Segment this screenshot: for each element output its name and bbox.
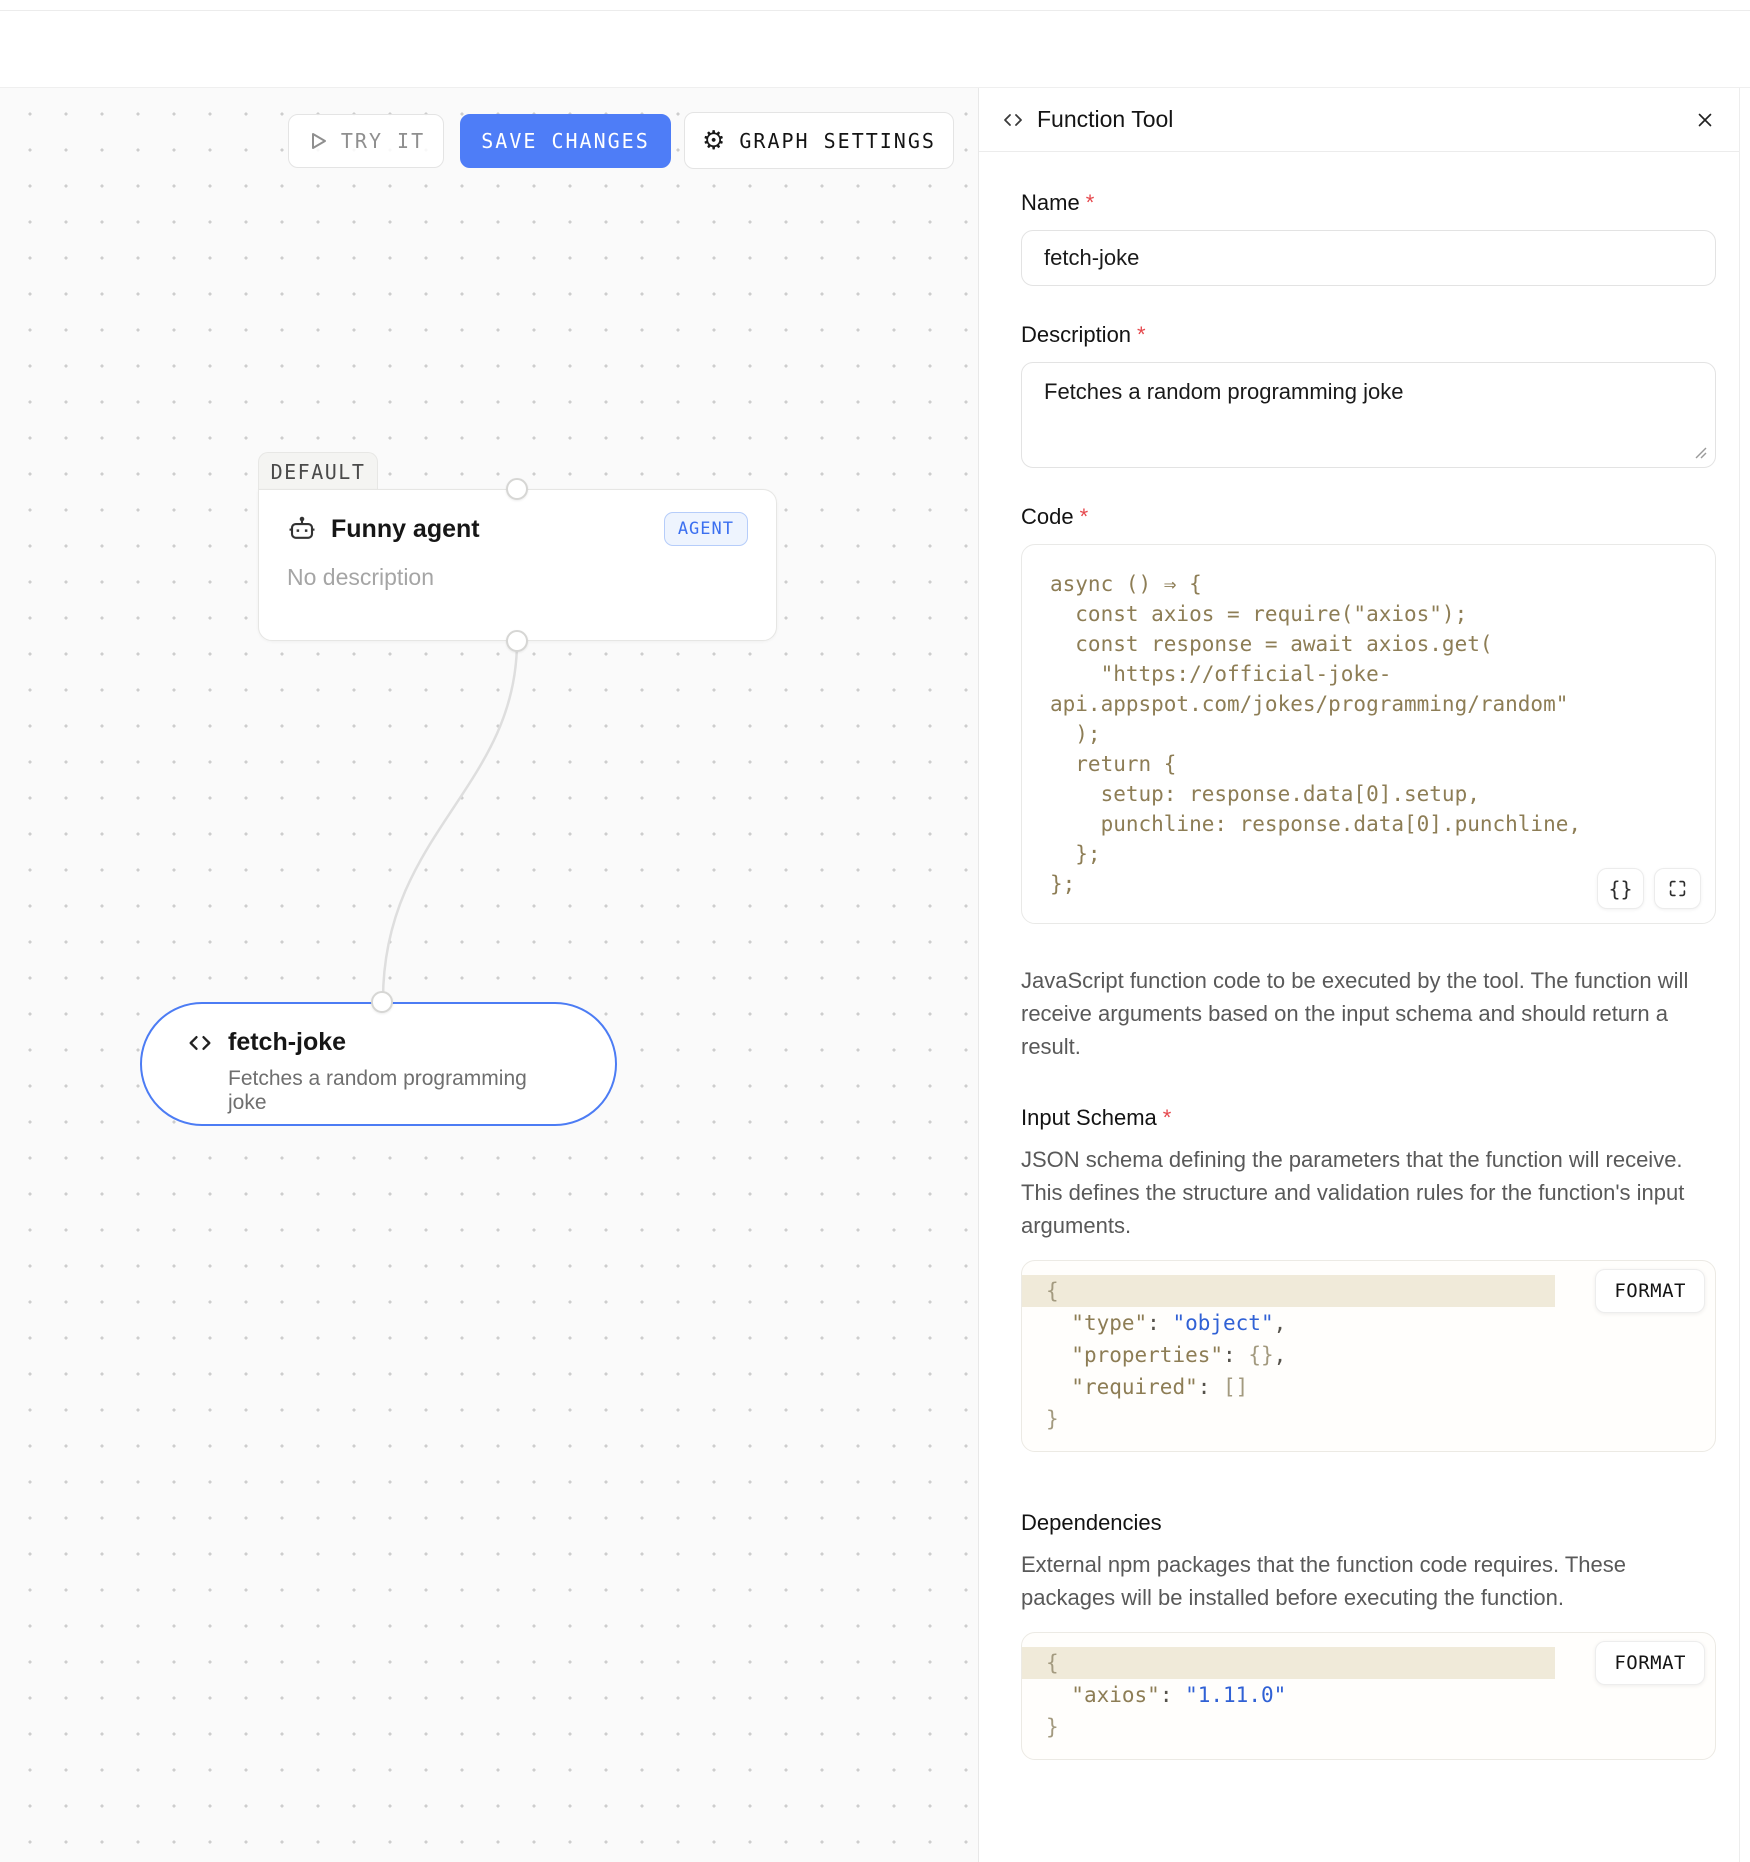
code-label: Code* (1021, 504, 1716, 530)
edge-connector (0, 88, 978, 1862)
input-schema-help-text: JSON schema defining the parameters that… (1021, 1143, 1716, 1242)
name-label: Name* (1021, 190, 1716, 216)
try-it-button[interactable]: TRY IT (288, 114, 444, 168)
dependencies-help-text: External npm packages that the function … (1021, 1548, 1716, 1614)
expand-editor-button[interactable] (1654, 868, 1701, 909)
resize-handle-icon[interactable] (1692, 444, 1708, 460)
description-textarea[interactable]: Fetches a random programming joke (1021, 362, 1716, 468)
agent-node[interactable]: Funny agent AGENT No description (258, 489, 777, 641)
save-changes-button[interactable]: SAVE CHANGES (460, 114, 671, 168)
description-label: Description* (1021, 322, 1716, 348)
top-bar-divider (0, 10, 1750, 11)
code-icon (1001, 108, 1025, 132)
format-schema-button[interactable]: FORMAT (1595, 1269, 1705, 1313)
code-icon (186, 1029, 214, 1057)
code-content: async () ⇒ { const axios = require("axio… (1050, 569, 1687, 899)
required-asterisk: * (1080, 504, 1089, 529)
format-braces-button[interactable]: {} (1597, 868, 1644, 909)
dependencies-label: Dependencies (1021, 1510, 1716, 1536)
tool-node-description: Fetches a random programming joke (228, 1067, 571, 1115)
tool-node-top-handle[interactable] (371, 991, 393, 1013)
agent-node-default-tab[interactable]: DEFAULT (258, 452, 378, 490)
input-schema-label: Input Schema* (1021, 1105, 1716, 1131)
save-changes-label: SAVE CHANGES (481, 129, 650, 153)
graph-settings-label: GRAPH SETTINGS (739, 129, 936, 153)
top-bar (0, 0, 1750, 88)
graph-settings-button[interactable]: ⚙ GRAPH SETTINGS (684, 112, 954, 169)
panel-title: Function Tool (1037, 106, 1173, 133)
code-help-text: JavaScript function code to be executed … (1021, 964, 1716, 1063)
format-dependencies-button[interactable]: FORMAT (1595, 1641, 1705, 1685)
required-asterisk: * (1137, 322, 1146, 347)
agent-type-badge: AGENT (664, 512, 748, 546)
gear-icon: ⚙ (702, 128, 727, 154)
graph-canvas[interactable]: TRY IT SAVE CHANGES ⚙ GRAPH SETTINGS DEF… (0, 88, 978, 1862)
try-it-label: TRY IT (341, 129, 425, 153)
agent-node-bottom-handle[interactable] (506, 630, 528, 652)
close-icon[interactable] (1690, 105, 1720, 135)
panel-scrollbar[interactable] (1739, 88, 1750, 1862)
tool-node-title: fetch-joke (228, 1028, 346, 1057)
panel-header: Function Tool (979, 88, 1750, 152)
agent-node-title: Funny agent (331, 515, 480, 544)
required-asterisk: * (1163, 1105, 1172, 1130)
input-schema-editor[interactable]: FORMAT { "type": "object", "properties":… (1021, 1260, 1716, 1452)
robot-icon (287, 514, 317, 544)
default-tab-label: DEFAULT (271, 460, 366, 484)
braces-icon: {} (1608, 877, 1632, 901)
tool-node-fetch-joke[interactable]: fetch-joke Fetches a random programming … (140, 1002, 617, 1126)
panel-body: Name* Description* Fetches a random prog… (979, 152, 1750, 1760)
fullscreen-icon (1668, 879, 1687, 898)
play-icon (307, 130, 329, 152)
dependencies-editor[interactable]: FORMAT { "axios": "1.11.0"} (1021, 1632, 1716, 1760)
function-tool-panel: Function Tool Name* Description* Fetches… (978, 88, 1750, 1862)
required-asterisk: * (1086, 190, 1095, 215)
agent-node-top-handle[interactable] (506, 478, 528, 500)
code-editor[interactable]: async () ⇒ { const axios = require("axio… (1021, 544, 1716, 924)
name-input[interactable] (1021, 230, 1716, 286)
agent-node-description: No description (287, 564, 748, 591)
